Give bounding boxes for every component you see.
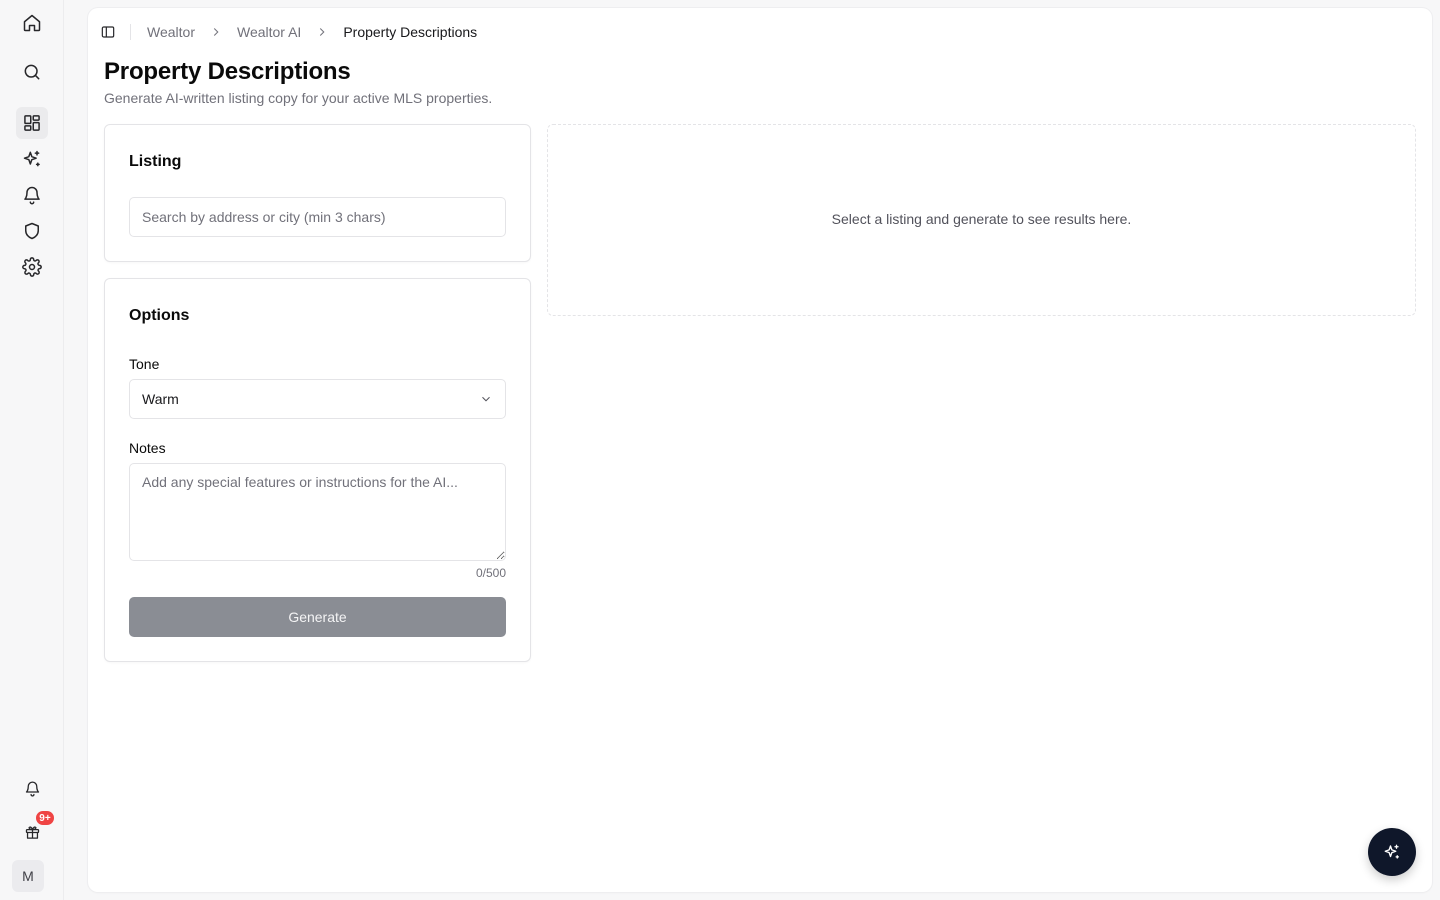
nav-settings[interactable] [16, 251, 48, 283]
page-title: Property Descriptions [104, 58, 351, 85]
listing-card-title: Listing [129, 153, 182, 170]
generate-button[interactable]: Generate [129, 597, 506, 637]
options-card: Options Tone Warm Notes 0/500 Generate [104, 278, 531, 662]
breadcrumb-current: Property Descriptions [343, 24, 478, 40]
gear-icon [22, 257, 42, 277]
tone-select[interactable]: Warm [129, 379, 506, 419]
gift-icon [25, 825, 39, 839]
main-panel: Wealtor Wealtor AI Property Descriptions… [88, 8, 1432, 892]
nav-dashboard[interactable] [16, 107, 48, 139]
top-bar: Wealtor Wealtor AI Property Descriptions [88, 8, 1432, 56]
divider [130, 24, 131, 40]
dashboard-icon [24, 115, 40, 131]
notifications-button[interactable] [16, 772, 48, 804]
search-icon [24, 64, 40, 80]
sidebar-icon [101, 26, 115, 38]
tone-label: Tone [129, 356, 160, 372]
ai-assistant-button[interactable] [1368, 828, 1416, 876]
nav-alerts[interactable] [16, 179, 48, 211]
bell-icon [25, 780, 39, 797]
home-icon [23, 14, 41, 32]
nav-security[interactable] [16, 215, 48, 247]
notes-char-counter: 0/500 [475, 566, 506, 580]
breadcrumb-wealtor-ai[interactable]: Wealtor AI [237, 24, 301, 40]
icon-rail: 9+ M [0, 0, 64, 900]
chevron-down-icon [482, 396, 490, 402]
chevron-right-icon [209, 25, 223, 39]
listing-card: Listing [104, 124, 531, 262]
options-card-title: Options [129, 307, 190, 324]
breadcrumb: Wealtor Wealtor AI Property Descriptions [147, 24, 477, 40]
chevron-right-icon [315, 25, 329, 39]
gifts-badge: 9+ [34, 809, 56, 827]
breadcrumb-wealtor[interactable]: Wealtor [147, 24, 195, 40]
page-subtitle: Generate AI-written listing copy for you… [104, 90, 493, 106]
results-empty-text: Select a listing and generate to see res… [831, 211, 1132, 227]
sparkles-icon [23, 150, 40, 167]
nav-search[interactable] [16, 56, 48, 88]
nav-ai[interactable] [16, 143, 48, 175]
bell-icon [24, 186, 40, 205]
nav-home[interactable] [16, 7, 48, 39]
shield-icon [25, 222, 39, 240]
tone-select-value: Warm [142, 391, 179, 407]
notes-textarea[interactable] [129, 463, 506, 561]
listing-search-input[interactable] [129, 197, 506, 237]
avatar[interactable]: M [12, 860, 44, 892]
sidebar-toggle-button[interactable] [94, 18, 122, 46]
results-panel: Select a listing and generate to see res… [547, 124, 1416, 316]
notes-label: Notes [129, 440, 166, 456]
sparkles-icon [1384, 844, 1400, 859]
